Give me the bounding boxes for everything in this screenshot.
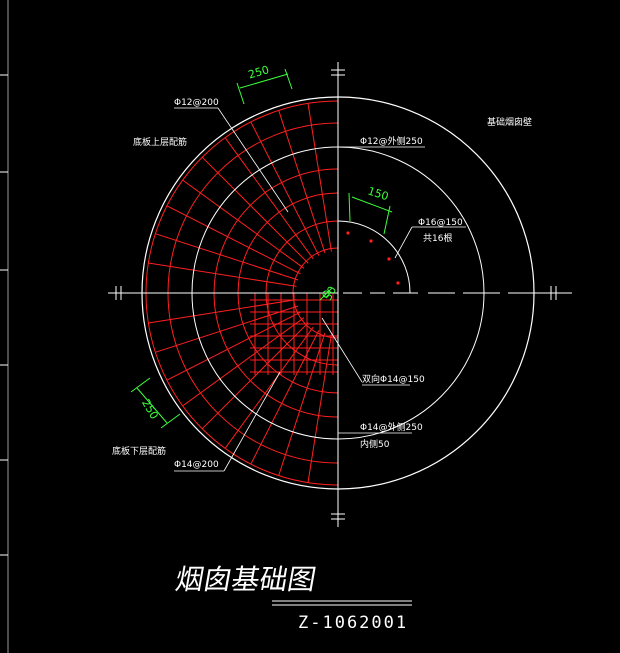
rebar-radial — [155, 233, 299, 281]
rebar-radial — [155, 305, 299, 353]
bottom-bars-label: Φ14@200 — [174, 460, 219, 470]
dimension-bottom-label: 250 — [139, 397, 161, 422]
top-bars-label: Φ12@200 — [174, 98, 219, 108]
cylinder-label: 基础烟囱壁 — [487, 116, 532, 128]
dimension-bottom — [130, 377, 181, 429]
drawing-code: Z-1062001 — [298, 613, 408, 633]
rebar-radial — [182, 179, 305, 269]
rebar-radial — [224, 137, 314, 260]
rebar-radial — [250, 330, 320, 465]
left-border-ticks — [0, 0, 9, 653]
center-bars-label: 双向Φ14@150 — [362, 373, 425, 385]
rebar-radial — [250, 121, 320, 256]
top-ring-label: Φ12@外侧250 — [360, 135, 423, 147]
dimension-top-label: 250 — [247, 63, 271, 81]
rebar-radial — [278, 110, 326, 254]
bottom-inner-label: 内侧50 — [360, 438, 390, 450]
rebar-radial — [182, 317, 305, 407]
rebar-radial — [166, 205, 301, 275]
title-underline — [272, 600, 412, 606]
dimension-anchor-label: 150 — [366, 184, 390, 203]
centerline-horizontal — [108, 286, 572, 300]
rebar-radial — [278, 332, 326, 476]
bottom-layer-label: 底板下层配筋 — [112, 445, 166, 457]
anchor-bars-label: Φ16@150 — [418, 218, 463, 228]
rebar-radial — [148, 262, 297, 287]
rebar-radial — [148, 299, 297, 324]
rebar-radial — [224, 326, 314, 449]
drawing-title: 烟囱基础图 — [173, 563, 319, 596]
leader-lines — [174, 107, 466, 472]
anchor-bar-dots — [346, 231, 400, 285]
bottom-ring-label: Φ14@外侧250 — [360, 421, 423, 433]
foundation-drawing: 250 150 250 50 Φ12@200 底板上层配筋 Φ12@外侧250 … — [0, 0, 572, 653]
rebar-radial — [307, 103, 332, 252]
top-layer-label: 底板上层配筋 — [133, 136, 187, 148]
anchor-count-label: 共16根 — [423, 232, 452, 244]
